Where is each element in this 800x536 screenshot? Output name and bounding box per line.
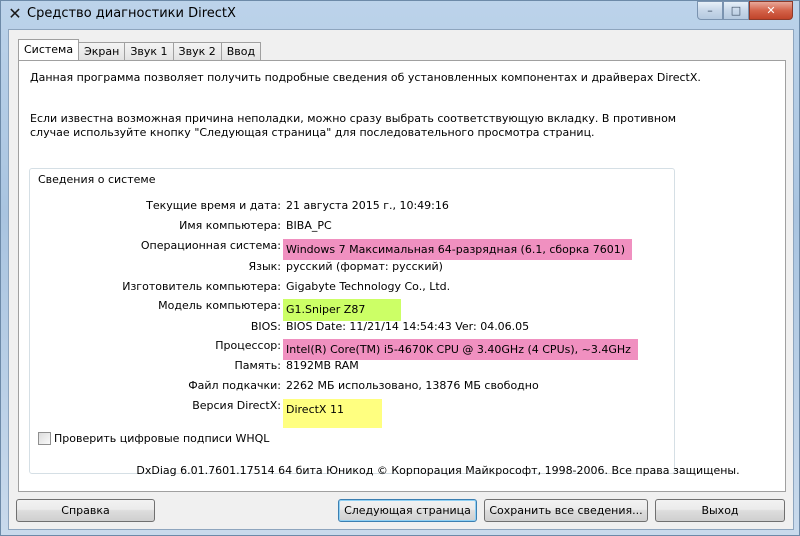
- system-tab-panel: Данная программа позволяет получить подр…: [18, 60, 786, 492]
- info-row-directx: Версия DirectX: DirectX 11: [30, 399, 670, 428]
- copyright-footer: DxDiag 6.01.7601.17514 64 бита Юникод © …: [136, 464, 740, 477]
- whql-checkbox-row[interactable]: Проверить цифровые подписи WHQL: [38, 432, 269, 445]
- whql-checkbox[interactable]: [38, 432, 51, 445]
- whql-checkbox-label[interactable]: Проверить цифровые подписи WHQL: [54, 432, 269, 445]
- info-value: 21 августа 2015 г., 10:49:16: [286, 199, 449, 212]
- info-row-computer-name: Имя компьютера: BIBA_PC: [30, 219, 670, 233]
- exit-button[interactable]: Выход: [655, 499, 785, 522]
- info-value-highlighted: Intel(R) Core(TM) i5-4670K CPU @ 3.40GHz…: [283, 339, 638, 360]
- tab-sound-2[interactable]: Звук 2: [172, 42, 222, 60]
- info-row-model: Модель компьютера: G1.Sniper Z87: [30, 299, 670, 321]
- info-value: Gigabyte Technology Co., Ltd.: [286, 280, 451, 293]
- dxdiag-window: ✕ Средство диагностики DirectX – □ ✕ Сис…: [0, 0, 800, 536]
- info-label: Изготовитель компьютера:: [122, 280, 281, 293]
- info-label: Версия DirectX:: [192, 399, 281, 412]
- info-row-bios: BIOS: BIOS Date: 11/21/14 14:54:43 Ver: …: [30, 320, 670, 334]
- info-label: BIOS:: [250, 320, 281, 333]
- intro-text-1: Данная программа позволяет получить подр…: [30, 71, 701, 84]
- window-title: Средство диагностики DirectX: [27, 6, 236, 21]
- close-button[interactable]: ✕: [749, 1, 793, 20]
- info-value: BIOS Date: 11/21/14 14:54:43 Ver: 04.06.…: [286, 320, 530, 333]
- info-row-os: Операционная система: Windows 7 Максимал…: [30, 239, 670, 260]
- info-value: 2262 МБ использовано, 13876 МБ свободно: [286, 379, 539, 392]
- info-value-highlighted: Windows 7 Максимальная 64-разрядная (6.1…: [283, 239, 633, 260]
- info-value-highlighted: DirectX 11: [283, 399, 382, 428]
- system-info-group-title: Сведения о системе: [38, 173, 156, 186]
- next-page-button[interactable]: Следующая страница: [338, 499, 477, 522]
- system-info-group: Сведения о системе Текущие время и дата:…: [29, 168, 675, 474]
- info-value: 8192MB RAM: [286, 359, 359, 372]
- tab-strip: Система Экран Звук 1 Звук 2 Ввод: [18, 39, 262, 60]
- info-row-pagefile: Файл подкачки: 2262 МБ использовано, 138…: [30, 379, 670, 393]
- info-label: Память:: [234, 359, 281, 372]
- info-row-processor: Процессор: Intel(R) Core(TM) i5-4670K CP…: [30, 339, 670, 360]
- info-label: Модель компьютера:: [158, 299, 281, 312]
- info-value: русский (формат: русский): [286, 260, 443, 273]
- info-label: Операционная система:: [140, 239, 281, 252]
- tab-display[interactable]: Экран: [78, 42, 126, 60]
- title-bar[interactable]: ✕ Средство диагностики DirectX – □ ✕: [1, 1, 799, 27]
- info-label: Текущие время и дата:: [146, 199, 281, 212]
- intro-text-2: Если известна возможная причина неполадк…: [30, 112, 677, 139]
- info-row-memory: Память: 8192MB RAM: [30, 359, 670, 373]
- tab-input[interactable]: Ввод: [220, 42, 262, 60]
- tab-sound-1[interactable]: Звук 1: [124, 42, 174, 60]
- info-value: BIBA_PC: [286, 219, 332, 232]
- help-button[interactable]: Справка: [16, 499, 155, 522]
- info-label: Файл подкачки:: [188, 379, 281, 392]
- client-area: Система Экран Звук 1 Звук 2 Ввод Данная …: [8, 29, 794, 530]
- info-label: Имя компьютера:: [179, 219, 281, 232]
- caption-buttons: – □ ✕: [697, 1, 793, 20]
- info-row-language: Язык: русский (формат: русский): [30, 260, 670, 274]
- info-row-manufacturer: Изготовитель компьютера: Gigabyte Techno…: [30, 280, 670, 294]
- save-all-info-button[interactable]: Сохранить все сведения...: [484, 499, 648, 522]
- info-row-datetime: Текущие время и дата: 21 августа 2015 г.…: [30, 199, 670, 213]
- directx-x-icon: ✕: [8, 4, 22, 23]
- info-label: Процессор:: [215, 339, 281, 352]
- info-value-highlighted: G1.Sniper Z87: [283, 299, 402, 321]
- minimize-button[interactable]: –: [697, 1, 723, 20]
- info-label: Язык:: [248, 260, 281, 273]
- maximize-button[interactable]: □: [723, 1, 749, 20]
- tab-system[interactable]: Система: [18, 39, 80, 60]
